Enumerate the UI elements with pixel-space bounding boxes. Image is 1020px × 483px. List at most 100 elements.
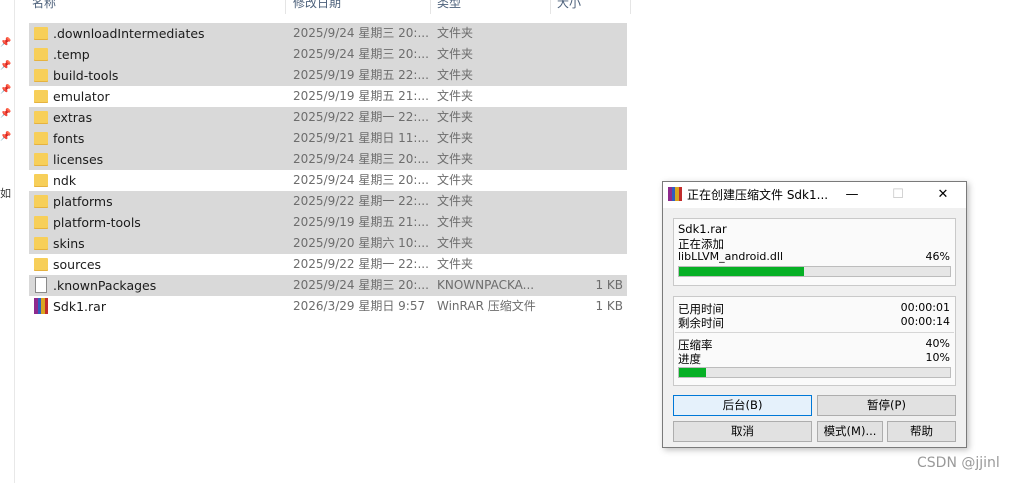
remaining-label: 剩余时间 [678,316,724,330]
file-name: extras [53,110,93,125]
winrar-archive-icon [34,298,48,314]
file-date: 2025/9/24 星期三 20:... [293,152,429,166]
file-name: platform-tools [53,215,141,230]
file-date: 2025/9/19 星期五 21:... [293,89,429,103]
total-progress-fill [679,368,707,377]
file-percent: 46% [925,250,950,263]
file-type: 文件夹 [437,257,474,271]
maximize-button: ☐ [892,187,904,202]
folder-icon [34,69,48,82]
cancel-button[interactable]: 取消 [673,421,812,442]
file-name: skins [53,236,85,251]
pin-icon[interactable]: 📌 [0,109,11,119]
file-date: 2025/9/24 星期三 20:... [293,173,429,187]
file-size: 1 KB [595,278,623,292]
file-type: 文件夹 [437,215,474,229]
file-progress-bar [678,266,951,277]
file-date: 2025/9/19 星期五 21:... [293,215,429,229]
file-name: licenses [53,152,104,167]
file-type: 文件夹 [437,236,474,250]
folder-icon [34,111,48,124]
pin-icon[interactable]: 📌 [0,61,11,71]
file-name: Sdk1.rar [53,299,106,314]
file-row[interactable]: .knownPackages 2025/9/24 星期三 20:... KNOWNP… [29,275,627,296]
winrar-icon [668,187,682,201]
pin-icon[interactable]: 📌 [0,38,11,48]
pin-icon[interactable]: 📌 [0,85,11,95]
file-name: sources [53,257,102,272]
background-button[interactable]: 后台(B) [673,395,812,416]
watermark: CSDN @jjinl [917,455,1000,471]
folder-icon [34,237,48,250]
folder-icon [34,48,48,61]
file-type: 文件夹 [437,110,474,124]
file-date: 2025/9/22 星期一 22:... [293,257,429,271]
column-date-header[interactable]: 修改日期 [293,0,341,11]
file-row[interactable]: .temp 2025/9/24 星期三 20:... 文件夹 [29,44,627,65]
column-size-header[interactable]: 大小 [557,0,581,11]
mode-button[interactable]: 模式(M)... [817,421,883,442]
remaining-value: 00:00:14 [900,315,950,328]
column-divider[interactable] [550,0,551,14]
dialog-titlebar[interactable]: 正在创建压缩文件 Sdk1... — ☐ ✕ [663,182,966,208]
folder-icon [34,258,48,271]
file-row[interactable]: build-tools 2025/9/19 星期五 22:... 文件夹 [29,65,627,86]
total-progress-bar [678,367,951,378]
file-row[interactable]: fonts 2025/9/21 星期日 11:... 文件夹 [29,128,627,149]
file-row[interactable]: sources 2025/9/22 星期一 22:... 文件夹 [29,254,627,275]
nav-item-label-cut[interactable]: 如 [0,185,11,201]
folder-icon [34,195,48,208]
current-file-panel: Sdk1.rar 正在添加 libLLVM_android.dll 46% [673,218,956,286]
file-type: 文件夹 [437,152,474,166]
file-date: 2025/9/24 星期三 20:... [293,47,429,61]
file-date: 2025/9/20 星期六 10:... [293,236,429,250]
file-size: 1 KB [595,299,623,313]
folder-icon [34,153,48,166]
file-type: 文件夹 [437,68,474,82]
close-button[interactable]: ✕ [920,182,966,208]
file-row[interactable]: platforms 2025/9/22 星期一 22:... 文件夹 [29,191,627,212]
file-name: ndk [53,173,77,188]
file-row[interactable]: extras 2025/9/22 星期一 22:... 文件夹 [29,107,627,128]
file-row[interactable]: platform-tools 2025/9/19 星期五 21:... 文件夹 [29,212,627,233]
column-name-header[interactable]: 名称 [32,0,56,11]
file-row[interactable]: emulator 2025/9/19 星期五 21:... 文件夹 [29,86,627,107]
file-row[interactable]: licenses 2025/9/24 星期三 20:... 文件夹 [29,149,627,170]
file-date: 2025/9/22 星期一 22:... [293,110,429,124]
help-button[interactable]: 帮助 [887,421,956,442]
column-type-header[interactable]: 类型 [437,0,461,11]
folder-icon [34,132,48,145]
file-type: KNOWNPACKA... [437,278,535,292]
file-name: build-tools [53,68,119,83]
file-date: 2025/9/24 星期三 20:... [293,278,429,292]
file-date: 2025/9/24 星期三 20:... [293,26,429,40]
folder-icon [34,90,48,103]
file-date: 2025/9/21 星期日 11:... [293,131,429,145]
folder-icon [34,174,48,187]
file-name: fonts [53,131,85,146]
file-name: .knownPackages [53,278,157,293]
file-list: .downloadIntermediates 2025/9/24 星期三 20:.… [29,23,627,317]
file-row[interactable]: .downloadIntermediates 2025/9/24 星期三 20:.… [29,23,627,44]
winrar-progress-dialog: 正在创建压缩文件 Sdk1... — ☐ ✕ Sdk1.rar 正在添加 lib… [662,181,967,448]
column-divider[interactable] [430,0,431,14]
pin-icon[interactable]: 📌 [0,132,11,142]
file-row[interactable]: skins 2025/9/20 星期六 10:... 文件夹 [29,233,627,254]
navigation-pane-edge: 📌 📌 📌 📌 📌 如 [0,0,15,483]
file-date: 2025/9/22 星期一 22:... [293,194,429,208]
file-type: 文件夹 [437,47,474,61]
column-divider[interactable] [285,0,286,14]
file-progress-fill [679,267,804,276]
column-divider[interactable] [630,0,631,14]
pause-button[interactable]: 暂停(P) [817,395,956,416]
file-type: 文件夹 [437,194,474,208]
minimize-button[interactable]: — [829,182,875,208]
file-row[interactable]: Sdk1.rar 2026/3/29 星期日 9:57 WinRAR 压缩文件 1 K… [29,296,627,317]
folder-icon [34,216,48,229]
current-file-name: libLLVM_android.dll [678,250,783,263]
file-name: platforms [53,194,113,209]
ratio-value: 40% [925,337,950,350]
stats-panel: 已用时间 00:00:01 剩余时间 00:00:14 压缩率 40% 进度 1… [673,296,956,386]
file-icon [35,277,47,293]
file-row[interactable]: ndk 2025/9/24 星期三 20:... 文件夹 [29,170,627,191]
